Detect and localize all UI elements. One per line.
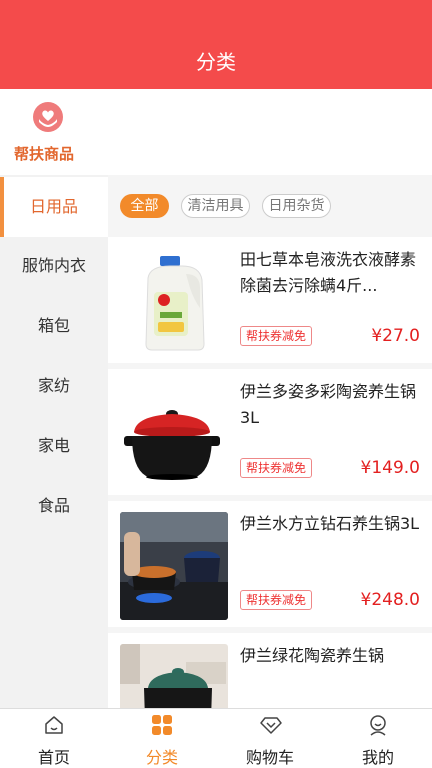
- tab-category[interactable]: 分类: [108, 709, 216, 768]
- product-title: 田七草本皂液洗衣液酵素除菌去污除螨4斤...: [240, 250, 417, 295]
- tab-home-label: 首页: [37, 748, 70, 767]
- product-image-green-pot: [120, 644, 228, 708]
- product-panel: 全部 清洁用具 日用杂货 田七草本皂液洗衣液酵素除菌去污除螨4斤... 帮扶券减…: [108, 175, 432, 708]
- subcategory-tabs: 全部 清洁用具 日用杂货: [108, 175, 432, 235]
- product-title: 伊兰多姿多彩陶瓷养生锅3L: [240, 382, 417, 427]
- tab-cart[interactable]: 购物车: [216, 709, 324, 768]
- tab-profile[interactable]: 我的: [324, 709, 432, 768]
- subtab-cleaning[interactable]: 清洁用具: [181, 194, 250, 218]
- profile-icon: [370, 715, 386, 736]
- bottom-tab-bar: 首页 分类 购物车 我的: [0, 708, 432, 768]
- category-icon: [152, 715, 172, 735]
- category-item-food[interactable]: 食品: [0, 476, 108, 536]
- category-item-clothing[interactable]: 服饰内衣: [0, 236, 108, 296]
- product-price: ¥248.0: [360, 590, 420, 610]
- tab-category-label: 分类: [145, 748, 178, 767]
- product-image-red-pot: [120, 380, 228, 488]
- category-item-bedding[interactable]: 家纺: [0, 356, 108, 416]
- subsidy-badge: 帮扶券减免: [240, 326, 313, 346]
- product-price: ¥149.0: [360, 458, 420, 478]
- product-card[interactable]: 伊兰绿花陶瓷养生锅: [108, 633, 432, 708]
- product-image-stove-pot: [120, 512, 228, 620]
- brand-section: 帮扶商品: [0, 89, 432, 175]
- subsidy-badge: 帮扶券减免: [240, 590, 313, 610]
- subtab-all[interactable]: 全部: [120, 194, 169, 218]
- page-title: 分类: [196, 50, 236, 74]
- brand-label[interactable]: 帮扶商品: [14, 143, 74, 164]
- product-card[interactable]: 伊兰多姿多彩陶瓷养生锅3L 帮扶券减免 ¥149.0: [108, 369, 432, 495]
- diamond-icon: [260, 717, 282, 734]
- subsidy-badge: 帮扶券减免: [240, 458, 313, 478]
- helping-hand-heart-icon: [33, 102, 63, 132]
- tab-cart-label: 购物车: [245, 748, 294, 767]
- product-image-detergent: [120, 248, 228, 356]
- product-price: ¥27.0: [371, 326, 420, 346]
- tab-profile-label: 我的: [361, 748, 394, 767]
- category-sidebar: 日用品 服饰内衣 箱包 家纺 家电 食品: [0, 175, 108, 708]
- product-title: 伊兰绿花陶瓷养生锅: [240, 646, 385, 665]
- product-card[interactable]: 伊兰水方立钻石养生锅3L 帮扶券减免 ¥248.0: [108, 501, 432, 627]
- product-title: 伊兰水方立钻石养生锅3L: [240, 514, 420, 533]
- home-icon: [45, 716, 63, 734]
- subtab-sundries[interactable]: 日用杂货: [262, 194, 331, 218]
- product-card[interactable]: 田七草本皂液洗衣液酵素除菌去污除螨4斤... 帮扶券减免 ¥27.0: [108, 237, 432, 363]
- tab-home[interactable]: 首页: [0, 709, 108, 768]
- category-item-appliances[interactable]: 家电: [0, 416, 108, 476]
- category-item-daily[interactable]: 日用品: [0, 177, 108, 237]
- category-item-bags[interactable]: 箱包: [0, 296, 108, 356]
- app-header: 分类: [0, 0, 432, 89]
